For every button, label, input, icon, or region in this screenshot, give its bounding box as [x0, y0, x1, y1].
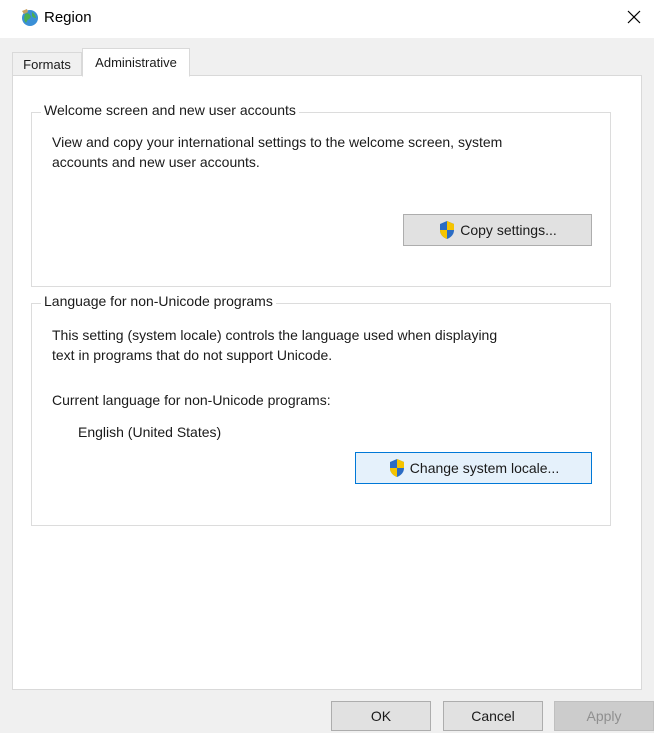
- close-button[interactable]: [614, 0, 654, 38]
- welcome-group-legend: Welcome screen and new user accounts: [41, 102, 299, 118]
- apply-button[interactable]: Apply: [554, 701, 654, 731]
- ok-button[interactable]: OK: [331, 701, 431, 731]
- non-unicode-language-group: Language for non-Unicode programs This s…: [31, 293, 611, 526]
- current-language-label: Current language for non-Unicode program…: [52, 392, 331, 408]
- globe-region-icon: [20, 8, 40, 28]
- welcome-screen-group: Welcome screen and new user accounts Vie…: [31, 102, 611, 287]
- language-group-legend: Language for non-Unicode programs: [41, 293, 276, 309]
- welcome-description-line-2: accounts and new user accounts.: [52, 154, 260, 170]
- copy-settings-label: Copy settings...: [460, 222, 557, 238]
- change-system-locale-button[interactable]: Change system locale...: [355, 452, 592, 484]
- window-title: Region: [44, 9, 92, 26]
- change-system-locale-label: Change system locale...: [409, 460, 560, 476]
- language-description-line-1: This setting (system locale) controls th…: [52, 327, 498, 343]
- uac-shield-icon: [438, 220, 456, 240]
- copy-settings-button[interactable]: Copy settings...: [403, 214, 592, 246]
- current-language-value: English (United States): [78, 424, 222, 440]
- uac-shield-icon: [388, 458, 406, 478]
- administrative-panel: Welcome screen and new user accounts Vie…: [12, 75, 642, 690]
- language-description-line-2: text in programs that do not support Uni…: [52, 347, 333, 363]
- welcome-description-line-1: View and copy your international setting…: [52, 134, 503, 150]
- close-icon: [627, 10, 641, 29]
- cancel-button[interactable]: Cancel: [443, 701, 543, 731]
- tab-formats[interactable]: Formats: [12, 52, 82, 75]
- title-bar: Region: [0, 0, 654, 38]
- tab-administrative[interactable]: Administrative: [82, 48, 190, 77]
